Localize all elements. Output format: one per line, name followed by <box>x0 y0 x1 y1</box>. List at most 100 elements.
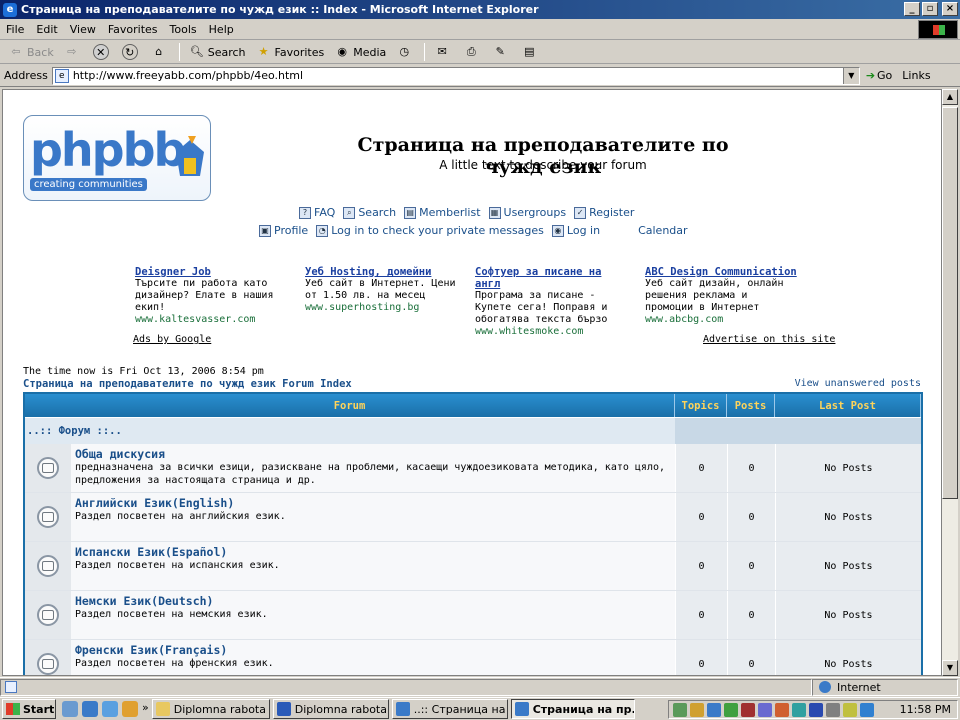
table-header: Forum Topics Posts Last Post <box>25 394 921 418</box>
mail-icon: ✉ <box>437 45 447 58</box>
close-button[interactable]: × <box>942 2 958 16</box>
ad-item[interactable]: Deisgner Job Търсите пи работа като диза… <box>135 266 290 325</box>
favorites-star-icon: ★ <box>258 45 269 58</box>
toolbar-separator <box>424 43 426 61</box>
forum-name-link[interactable]: Английски Език(English) <box>75 496 671 510</box>
forum-desc-cell: Испански Език(Español) Раздел посветен н… <box>71 542 675 590</box>
start-button[interactable]: Start <box>2 699 56 719</box>
media-button[interactable]: ◉ Media <box>330 42 390 62</box>
nav-register[interactable]: ✓ Register <box>574 206 634 219</box>
unanswered-posts-link[interactable]: View unanswered posts <box>795 378 921 389</box>
refresh-button[interactable]: ↻ <box>118 42 145 62</box>
scroll-up-icon[interactable]: ▲ <box>942 89 958 105</box>
address-dropdown-icon[interactable]: ▼ <box>842 67 859 84</box>
tray-icon[interactable] <box>843 702 857 717</box>
tray-icon[interactable] <box>724 702 738 717</box>
task-ie-window-active[interactable]: Страница на пр... <box>510 699 635 719</box>
quicklaunch-desktop-icon[interactable] <box>62 701 78 717</box>
menu-edit[interactable]: Edit <box>30 23 63 36</box>
minimize-button[interactable]: _ <box>904 2 920 16</box>
toolbar: ⇦ Back ⇨ ✕ ↻ ⌂ 🔍︎ Search ★ Favorites ◉ M… <box>0 41 960 64</box>
menu-view[interactable]: View <box>64 23 102 36</box>
quicklaunch-ie-icon[interactable] <box>82 701 98 717</box>
nav-usergroups[interactable]: ▦ Usergroups <box>488 206 566 219</box>
history-icon: ◷ <box>399 45 410 58</box>
menu-favorites[interactable]: Favorites <box>102 23 164 36</box>
phpbb-logo[interactable]: phpbb creating communities <box>23 115 211 201</box>
forum-description: Раздел посветен на английския език. <box>75 511 286 522</box>
forum-name-link[interactable]: Немски Език(Deutsch) <box>75 594 671 608</box>
maximize-button[interactable]: ▫ <box>922 2 938 16</box>
forum-name-link[interactable]: Френски Език(Français) <box>75 643 671 657</box>
home-button[interactable]: ⌂ <box>147 42 174 62</box>
table-row: Английски Език(English) Раздел посветен … <box>25 493 921 542</box>
clock[interactable]: 11:58 PM <box>900 703 951 716</box>
nav-row-2: ▣ Profile ◔ Log in to check your private m… <box>259 224 696 237</box>
task-diplomna-doc[interactable]: Diplomna rabota.d... <box>272 699 389 719</box>
advertise-link[interactable]: Advertise on this site <box>703 334 835 345</box>
quicklaunch-media-icon[interactable] <box>122 701 138 717</box>
forum-folder-icon <box>25 640 71 675</box>
scroll-thumb[interactable] <box>942 107 958 499</box>
tray-icon[interactable] <box>673 702 687 717</box>
ad-item[interactable]: Софтуер за писане на англ Програма за пи… <box>475 266 630 337</box>
nav-faq[interactable]: ? FAQ <box>299 206 335 219</box>
go-arrow-icon: ➔ <box>865 69 876 82</box>
tray-icon[interactable] <box>826 702 840 717</box>
back-arrow-icon: ⇦ <box>11 45 21 58</box>
address-input[interactable]: e http://www.freeyabb.com/phpbb/4eo.html… <box>51 66 860 85</box>
back-button[interactable]: ⇦ Back <box>4 42 58 62</box>
nav-private-messages[interactable]: ◔ Log in to check your private messages <box>316 224 544 237</box>
tray-icon[interactable] <box>741 702 755 717</box>
favorites-button[interactable]: ★ Favorites <box>252 42 329 62</box>
nav-login[interactable]: ◉ Log in <box>551 224 600 237</box>
print-button[interactable]: ⎙ <box>459 42 486 62</box>
scroll-down-icon[interactable]: ▼ <box>942 660 958 676</box>
menu-tools[interactable]: Tools <box>164 23 203 36</box>
forum-desc-cell: Френски Език(Français) Раздел посветен н… <box>71 640 675 675</box>
forum-name-link[interactable]: Испански Език(Español) <box>75 545 671 559</box>
quicklaunch-chevron-icon[interactable]: » <box>142 701 149 717</box>
discuss-icon: ▤ <box>524 45 535 58</box>
table-row: Испански Език(Español) Раздел посветен н… <box>25 542 921 591</box>
page-icon: e <box>54 68 69 83</box>
ad-item[interactable]: Уеб Hosting, домейни Уеб сайт в Интернет… <box>305 266 460 313</box>
tray-icon[interactable] <box>775 702 789 717</box>
tray-icon[interactable] <box>860 702 874 717</box>
vertical-scrollbar[interactable]: ▲ ▼ <box>942 89 958 676</box>
task-ie-window-1[interactable]: ..:: Страница на ... <box>391 699 508 719</box>
nav-search[interactable]: ⌕ Search <box>343 206 396 219</box>
category-title[interactable]: ..:: Форум ::.. <box>25 418 675 444</box>
menu-help[interactable]: Help <box>203 23 240 36</box>
history-button[interactable]: ◷ <box>392 42 419 62</box>
tray-icon[interactable] <box>690 702 704 717</box>
posts-count: 0 <box>727 493 775 541</box>
nav-calendar[interactable]: Calendar <box>638 224 687 237</box>
ie-icon <box>514 702 529 716</box>
go-button[interactable]: ➔ Go <box>866 69 892 82</box>
tray-icon[interactable] <box>707 702 721 717</box>
discuss-button[interactable]: ▤ <box>517 42 544 62</box>
forum-folder-icon <box>25 493 71 541</box>
tray-icon[interactable] <box>792 702 806 717</box>
forward-button[interactable]: ⇨ <box>60 42 87 62</box>
ad-item[interactable]: ABC Design Communication Уеб сайт дизайн… <box>645 266 800 325</box>
forum-name-link[interactable]: Обща дискусия <box>75 447 671 461</box>
search-button[interactable]: 🔍︎ Search <box>185 42 250 62</box>
header-last-post: Last Post <box>775 394 921 417</box>
mail-button[interactable]: ✉ <box>430 42 457 62</box>
forum-index-link[interactable]: Страница на преподавателите по чужд език… <box>23 378 352 390</box>
stop-button[interactable]: ✕ <box>89 42 116 62</box>
nav-profile[interactable]: ▣ Profile <box>259 224 308 237</box>
links-button[interactable]: Links <box>902 69 930 82</box>
tray-icon[interactable] <box>809 702 823 717</box>
browser-viewport: phpbb creating communities Страница на п… <box>2 89 942 676</box>
nav-memberlist[interactable]: ▤ Memberlist <box>404 206 481 219</box>
menu-file[interactable]: File <box>0 23 30 36</box>
task-diplomna-folder[interactable]: Diplomna rabota <box>151 699 270 719</box>
ads-by-google-link[interactable]: Ads by Google <box>133 334 211 345</box>
quicklaunch-outlook-icon[interactable] <box>102 701 118 717</box>
forum-description: Раздел посветен на испанския език. <box>75 560 280 571</box>
tray-icon[interactable] <box>758 702 772 717</box>
edit-button[interactable]: ✎ <box>488 42 515 62</box>
